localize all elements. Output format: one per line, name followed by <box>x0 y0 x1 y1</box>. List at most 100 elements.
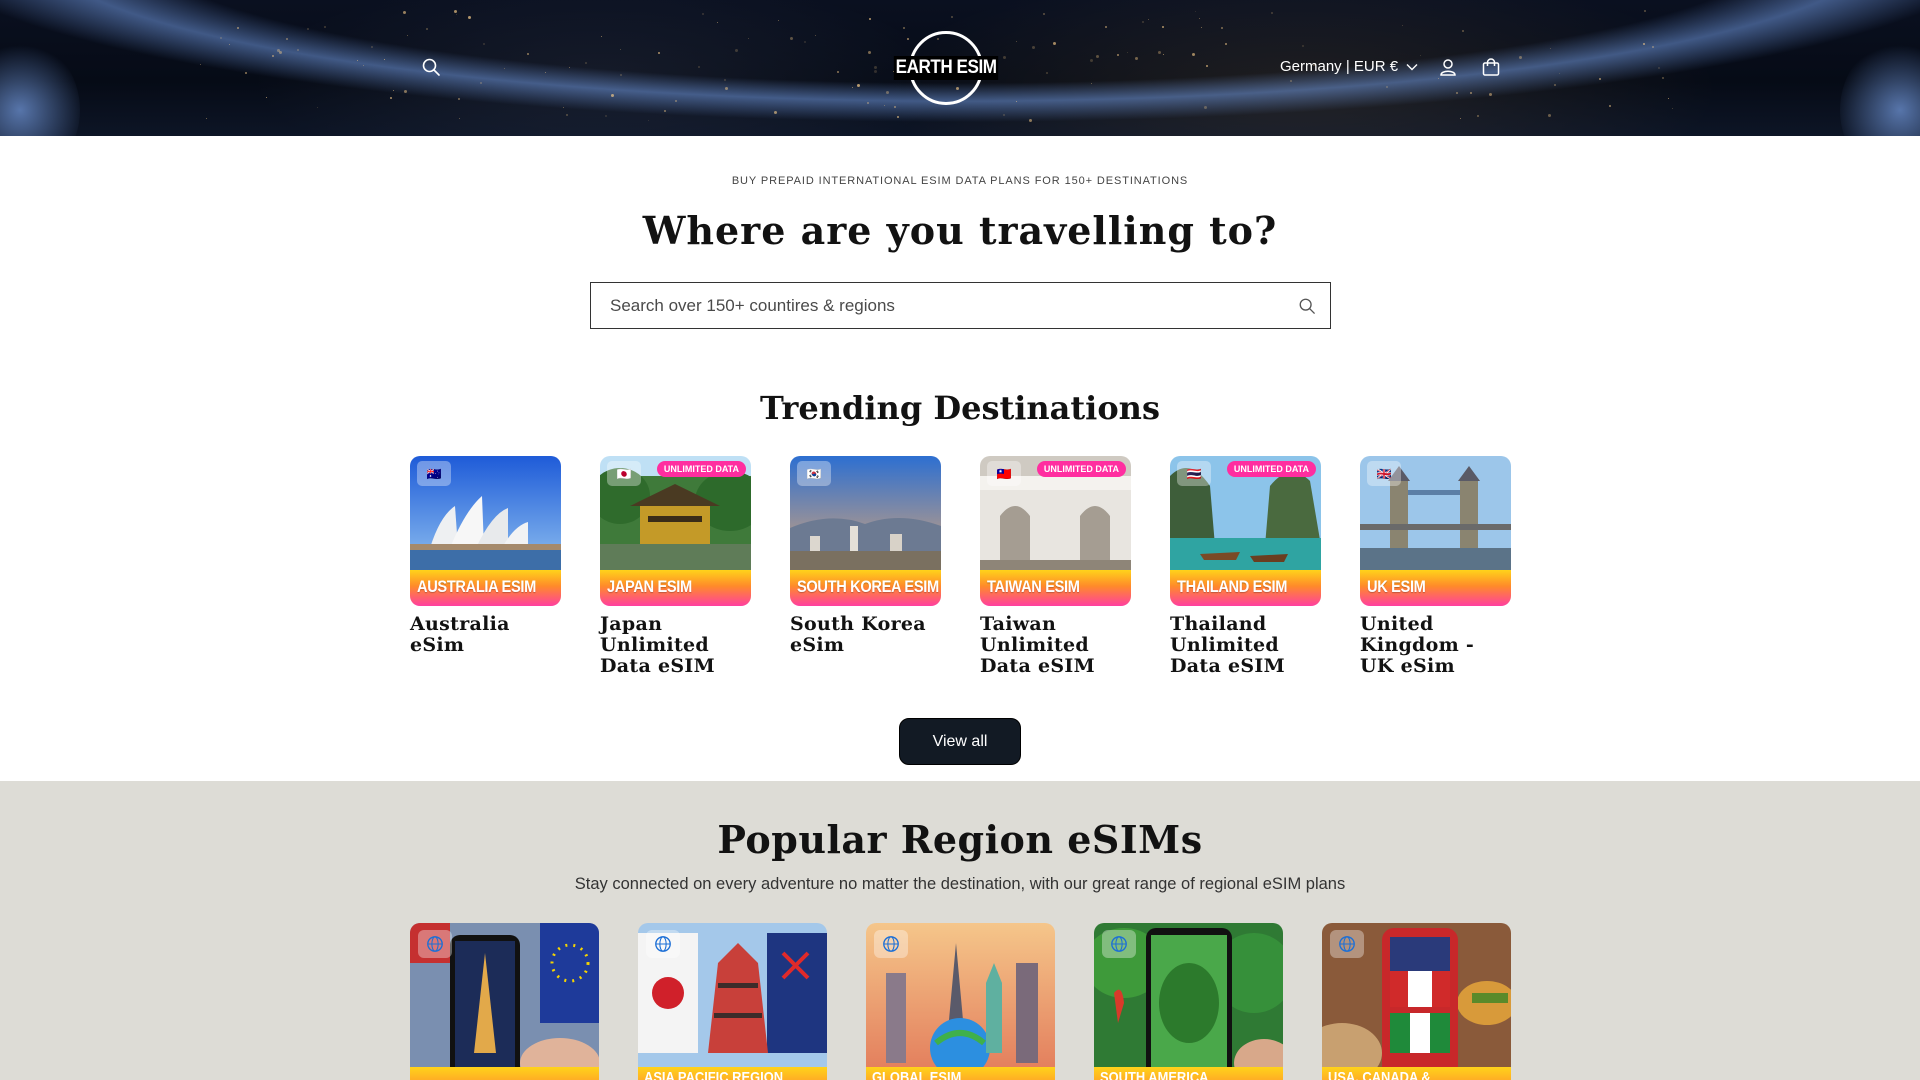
city-light-dot <box>1028 118 1032 122</box>
locale-selector[interactable]: Germany | EUR € <box>1280 58 1418 75</box>
city-light-dot <box>307 27 310 30</box>
city-light-dot <box>906 37 909 40</box>
city-light-dot <box>857 83 861 87</box>
city-light-dot <box>1668 97 1670 99</box>
region-card-global[interactable]: GLOBAL ESIM <box>866 923 1055 1080</box>
city-light-dot <box>1002 56 1006 60</box>
city-light-dot <box>1042 12 1045 15</box>
city-light-dot <box>456 14 458 16</box>
product-band-label: TAIWAN ESIM <box>987 577 1080 596</box>
city-light-dot <box>601 36 603 38</box>
city-light-dot <box>1158 50 1162 54</box>
city-light-dot <box>815 34 817 36</box>
city-light-dot <box>467 15 471 19</box>
city-light-dot <box>734 48 738 52</box>
product-band-label: UK ESIM <box>1367 577 1426 596</box>
site-logo[interactable]: EARTH ESIM <box>893 31 999 105</box>
trending-title: Trending Destinations <box>760 389 1160 427</box>
city-light-dot <box>458 118 460 120</box>
product-card-thailand[interactable]: 🇹🇭 UNLIMITED DATA THAILAND ESIM Thailand… <box>1170 456 1321 677</box>
destination-search <box>590 282 1331 329</box>
view-all-button[interactable]: View all <box>899 718 1021 765</box>
product-title[interactable]: South Korea eSim <box>790 614 941 656</box>
city-light-dot <box>371 46 374 49</box>
region-card-europe[interactable] <box>410 923 599 1080</box>
city-light-dot <box>1419 55 1421 57</box>
city-light-dot <box>1095 55 1099 59</box>
globe-badge <box>418 930 452 958</box>
city-light-dot <box>1031 46 1035 50</box>
city-light-dot <box>1053 42 1057 46</box>
city-light-dot <box>200 63 202 65</box>
product-card-south-korea[interactable]: 🇰🇷 SOUTH KOREA ESIM South Korea eSim <box>790 456 941 656</box>
region-title: Popular Region eSIMs <box>717 817 1203 862</box>
city-light-dot <box>1135 57 1139 61</box>
user-icon <box>1440 59 1456 76</box>
product-title[interactable]: Japan Unlimited Data eSIM <box>600 614 751 677</box>
city-light-dot <box>1091 82 1093 84</box>
site-header: EARTH ESIM Germany | EUR € <box>0 0 1920 136</box>
globe-badge <box>1102 930 1136 958</box>
product-card-australia[interactable]: 🇦🇺 AUSTRALIA ESIM Australia eSim <box>410 456 561 656</box>
flag-badge: 🇹🇭 <box>1177 461 1211 486</box>
city-light-dot <box>1651 45 1654 48</box>
product-title[interactable]: United Kingdom - UK eSim <box>1360 614 1511 677</box>
city-light-dot <box>205 117 207 119</box>
city-light-dot <box>1608 104 1611 107</box>
product-title[interactable]: Thailand Unlimited Data eSIM <box>1170 614 1321 677</box>
city-light-dot <box>403 11 407 15</box>
city-light-dot <box>1127 52 1129 54</box>
city-light-dot <box>837 70 840 73</box>
city-light-dot <box>483 43 486 46</box>
city-light-dot <box>1015 40 1017 42</box>
unlimited-data-badge: UNLIMITED DATA <box>1226 461 1316 477</box>
city-light-dot <box>237 26 240 29</box>
city-light-dot <box>286 38 289 41</box>
city-light-dot <box>1461 29 1464 32</box>
city-light-dot <box>698 66 701 69</box>
destination-search-button[interactable] <box>1284 283 1330 328</box>
region-band-label: ASIA PACIFIC REGION <box>644 1069 784 1080</box>
city-light-dot <box>1161 26 1164 29</box>
product-image: 🇹🇭 UNLIMITED DATA THAILAND ESIM <box>1170 456 1321 606</box>
city-light-dot <box>873 70 877 74</box>
city-light-dot <box>789 37 793 41</box>
city-light-dot <box>1289 80 1292 83</box>
city-light-dot <box>406 34 408 36</box>
city-light-dot <box>867 102 870 105</box>
city-light-dot <box>1658 66 1661 69</box>
destination-search-input[interactable] <box>591 283 1284 328</box>
city-light-dot <box>620 74 623 77</box>
product-card-japan[interactable]: 🇯🇵 UNLIMITED DATA JAPAN ESIM Japan Unlim… <box>600 456 751 677</box>
city-light-dot <box>383 58 385 60</box>
product-image: 🇦🇺 AUSTRALIA ESIM <box>410 456 561 606</box>
product-image: 🇬🇧 UK ESIM <box>1360 456 1511 606</box>
region-card-south-america[interactable]: SOUTH AMERICA <box>1094 923 1283 1080</box>
product-card-taiwan[interactable]: 🇹🇼 UNLIMITED DATA TAIWAN ESIM Taiwan Unl… <box>980 456 1131 677</box>
city-light-dot <box>1016 101 1018 103</box>
cart-button[interactable] <box>1474 50 1508 84</box>
region-card-asia-pacific[interactable]: ASIA PACIFIC REGION <box>638 923 827 1080</box>
region-card-north-america[interactable]: USA, CANADA & <box>1322 923 1511 1080</box>
city-light-dot <box>479 82 482 85</box>
city-light-dot <box>724 87 728 91</box>
product-card-uk[interactable]: 🇬🇧 UK ESIM United Kingdom - UK eSim <box>1360 456 1511 677</box>
product-title[interactable]: Taiwan Unlimited Data eSIM <box>980 614 1131 677</box>
product-title[interactable]: Australia eSim <box>410 614 561 656</box>
product-band-label: THAILAND ESIM <box>1177 577 1288 596</box>
city-light-dot <box>1002 113 1005 116</box>
header-search-button[interactable] <box>414 50 448 84</box>
city-light-dot <box>317 106 319 108</box>
city-light-dot <box>647 119 649 121</box>
city-light-dot <box>873 65 877 69</box>
hero-title: Where are you travelling to? <box>642 208 1278 253</box>
globe-icon <box>1339 936 1355 952</box>
flag-badge: 🇦🇺 <box>417 461 451 486</box>
city-light-dot <box>903 27 906 30</box>
city-light-dot <box>724 79 727 82</box>
city-light-dot <box>1559 72 1561 74</box>
logo-text: EARTH ESIM <box>893 56 999 80</box>
flag-badge: 🇬🇧 <box>1367 461 1401 486</box>
account-button[interactable] <box>1431 50 1465 84</box>
city-light-dot <box>527 53 530 56</box>
